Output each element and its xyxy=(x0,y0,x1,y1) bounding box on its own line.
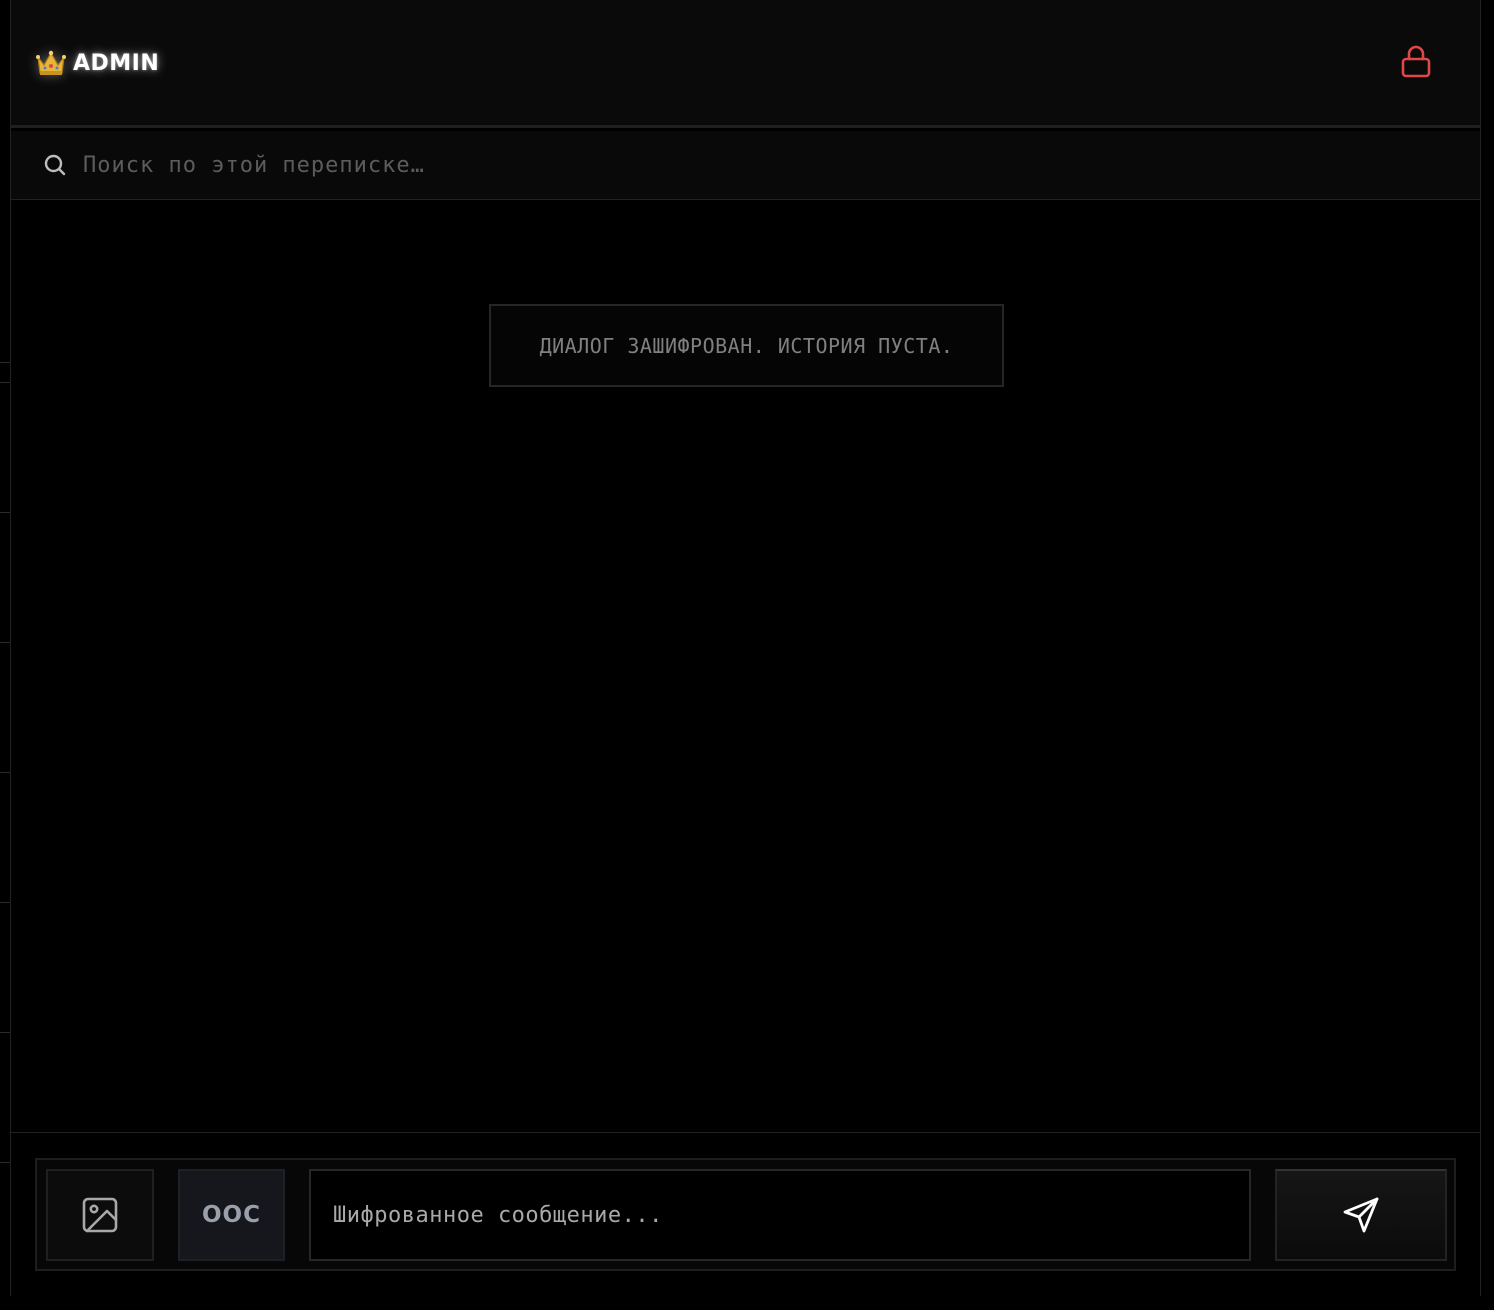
search-input[interactable] xyxy=(81,145,1441,185)
divider xyxy=(0,362,10,363)
message-input[interactable] xyxy=(309,1169,1251,1261)
chat-window: ADMIN ДИАЛОГ ЗАШИФРОВАН. ИСТОРИЯ ПУСТА. xyxy=(10,0,1481,1296)
chat-header: ADMIN xyxy=(11,0,1480,128)
divider xyxy=(0,642,10,643)
messages-area: ДИАЛОГ ЗАШИФРОВАН. ИСТОРИЯ ПУСТА. xyxy=(11,200,1480,1132)
divider xyxy=(0,902,10,903)
divider xyxy=(0,1162,10,1163)
crown-icon xyxy=(35,47,67,79)
divider xyxy=(0,512,10,513)
divider xyxy=(0,772,10,773)
chat-title: ADMIN xyxy=(35,46,159,80)
send-icon xyxy=(1343,1197,1379,1233)
attach-image-button[interactable] xyxy=(46,1169,154,1261)
lock-button[interactable] xyxy=(1398,43,1434,81)
user-name: ADMIN xyxy=(73,50,160,76)
lock-icon xyxy=(1401,45,1431,78)
ooc-toggle-button[interactable]: OOC xyxy=(178,1169,285,1261)
image-icon xyxy=(82,1197,118,1233)
left-edge-strip xyxy=(0,0,10,1310)
search-bar xyxy=(11,131,1480,200)
empty-history-notice: ДИАЛОГ ЗАШИФРОВАН. ИСТОРИЯ ПУСТА. xyxy=(489,304,1004,387)
divider xyxy=(0,382,10,383)
search-icon xyxy=(44,154,66,176)
divider xyxy=(0,1032,10,1033)
composer-area: OOC xyxy=(11,1132,1480,1296)
composer: OOC xyxy=(35,1158,1456,1271)
send-button[interactable] xyxy=(1275,1169,1447,1261)
